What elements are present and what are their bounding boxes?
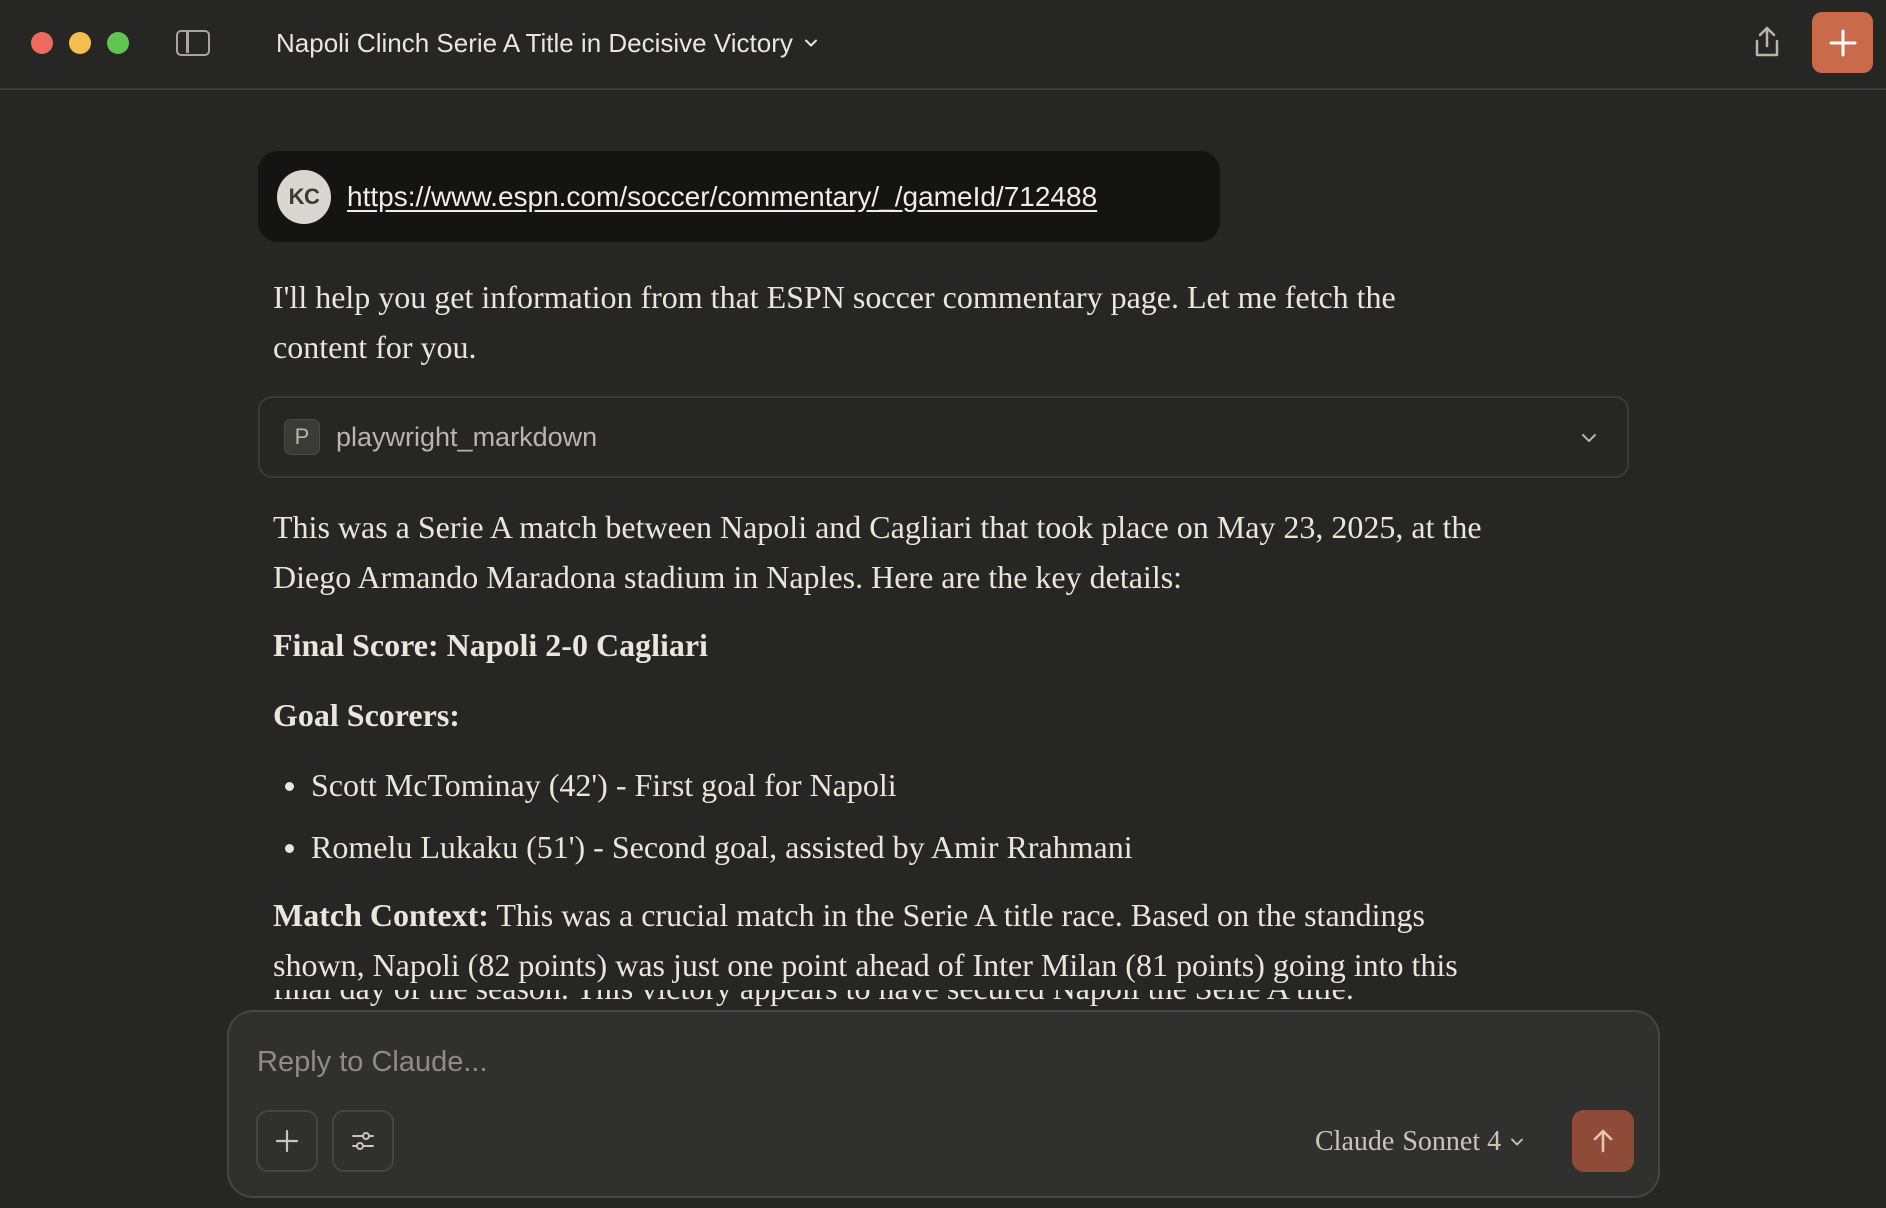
add-attachment-button[interactable] — [256, 1110, 318, 1172]
goal-scorers-heading: Goal Scorers: — [273, 697, 460, 733]
maximize-window-button[interactable] — [107, 32, 129, 54]
share-icon — [1755, 26, 1779, 57]
plus-icon — [1829, 29, 1856, 56]
tool-call-card[interactable]: P playwright_markdown — [258, 396, 1629, 478]
summary-line: This was a Serie A match between Napoli … — [273, 509, 1482, 545]
plus-icon — [275, 1129, 299, 1153]
final-score: Final Score: Napoli 2-0 Cagliari — [273, 627, 708, 663]
chat-title: Napoli Clinch Serie A Title in Decisive … — [276, 27, 793, 58]
chat-title-dropdown[interactable]: Napoli Clinch Serie A Title in Decisive … — [276, 26, 819, 60]
reply-input[interactable] — [257, 1042, 1457, 1082]
match-context-label: Match Context: — [273, 897, 489, 933]
avatar: KC — [277, 169, 331, 224]
summary-line: Diego Armando Maradona stadium in Naples… — [273, 559, 1183, 595]
chevron-down-icon — [1511, 1138, 1523, 1146]
chevron-down-icon — [804, 39, 817, 47]
context-text: shown, Napoli (82 points) was just one p… — [273, 947, 1458, 983]
chevron-down-icon — [1582, 434, 1596, 442]
list-item: Romelu Lukaku (51') - Second goal, assis… — [273, 822, 1573, 872]
match-summary: This was a Serie A match between Napoli … — [273, 502, 1573, 602]
minimize-window-button[interactable] — [69, 32, 91, 54]
tool-badge: P — [284, 419, 320, 455]
user-message-link[interactable]: https://www.espn.com/soccer/commentary/_… — [347, 181, 1097, 213]
reply-composer: Claude Sonnet 4 — [227, 1010, 1660, 1198]
sliders-icon — [352, 1132, 374, 1150]
model-selector[interactable]: Claude Sonnet 4 — [1315, 1124, 1525, 1160]
model-name: Claude — [1315, 1126, 1395, 1157]
title-bar: Napoli Clinch Serie A Title in Decisive … — [0, 0, 1886, 90]
send-button[interactable] — [1572, 1110, 1634, 1172]
match-context: Match Context: This was a crucial match … — [273, 890, 1573, 990]
assistant-intro: I'll help you get information from that … — [273, 272, 1573, 372]
tools-settings-button[interactable] — [332, 1110, 394, 1172]
sidebar-toggle-icon[interactable] — [176, 30, 210, 56]
new-chat-button[interactable] — [1812, 12, 1873, 73]
close-window-button[interactable] — [31, 32, 53, 54]
share-button[interactable] — [1750, 24, 1784, 60]
intro-line: I'll help you get information from that … — [273, 279, 1396, 315]
intro-line: content for you. — [273, 329, 477, 365]
list-item: Scott McTominay (42') - First goal for N… — [273, 760, 1573, 810]
context-cut-line: final day of the season. This victory ap… — [273, 990, 1573, 1010]
tool-name: playwright_markdown — [336, 421, 598, 452]
user-message: KC https://www.espn.com/soccer/commentar… — [258, 151, 1220, 242]
context-text: final day of the season. This victory ap… — [273, 990, 1573, 1010]
context-text: This was a crucial match in the Serie A … — [488, 897, 1425, 933]
arrow-up-icon — [1593, 1129, 1613, 1153]
model-version: Sonnet 4 — [1402, 1126, 1502, 1157]
